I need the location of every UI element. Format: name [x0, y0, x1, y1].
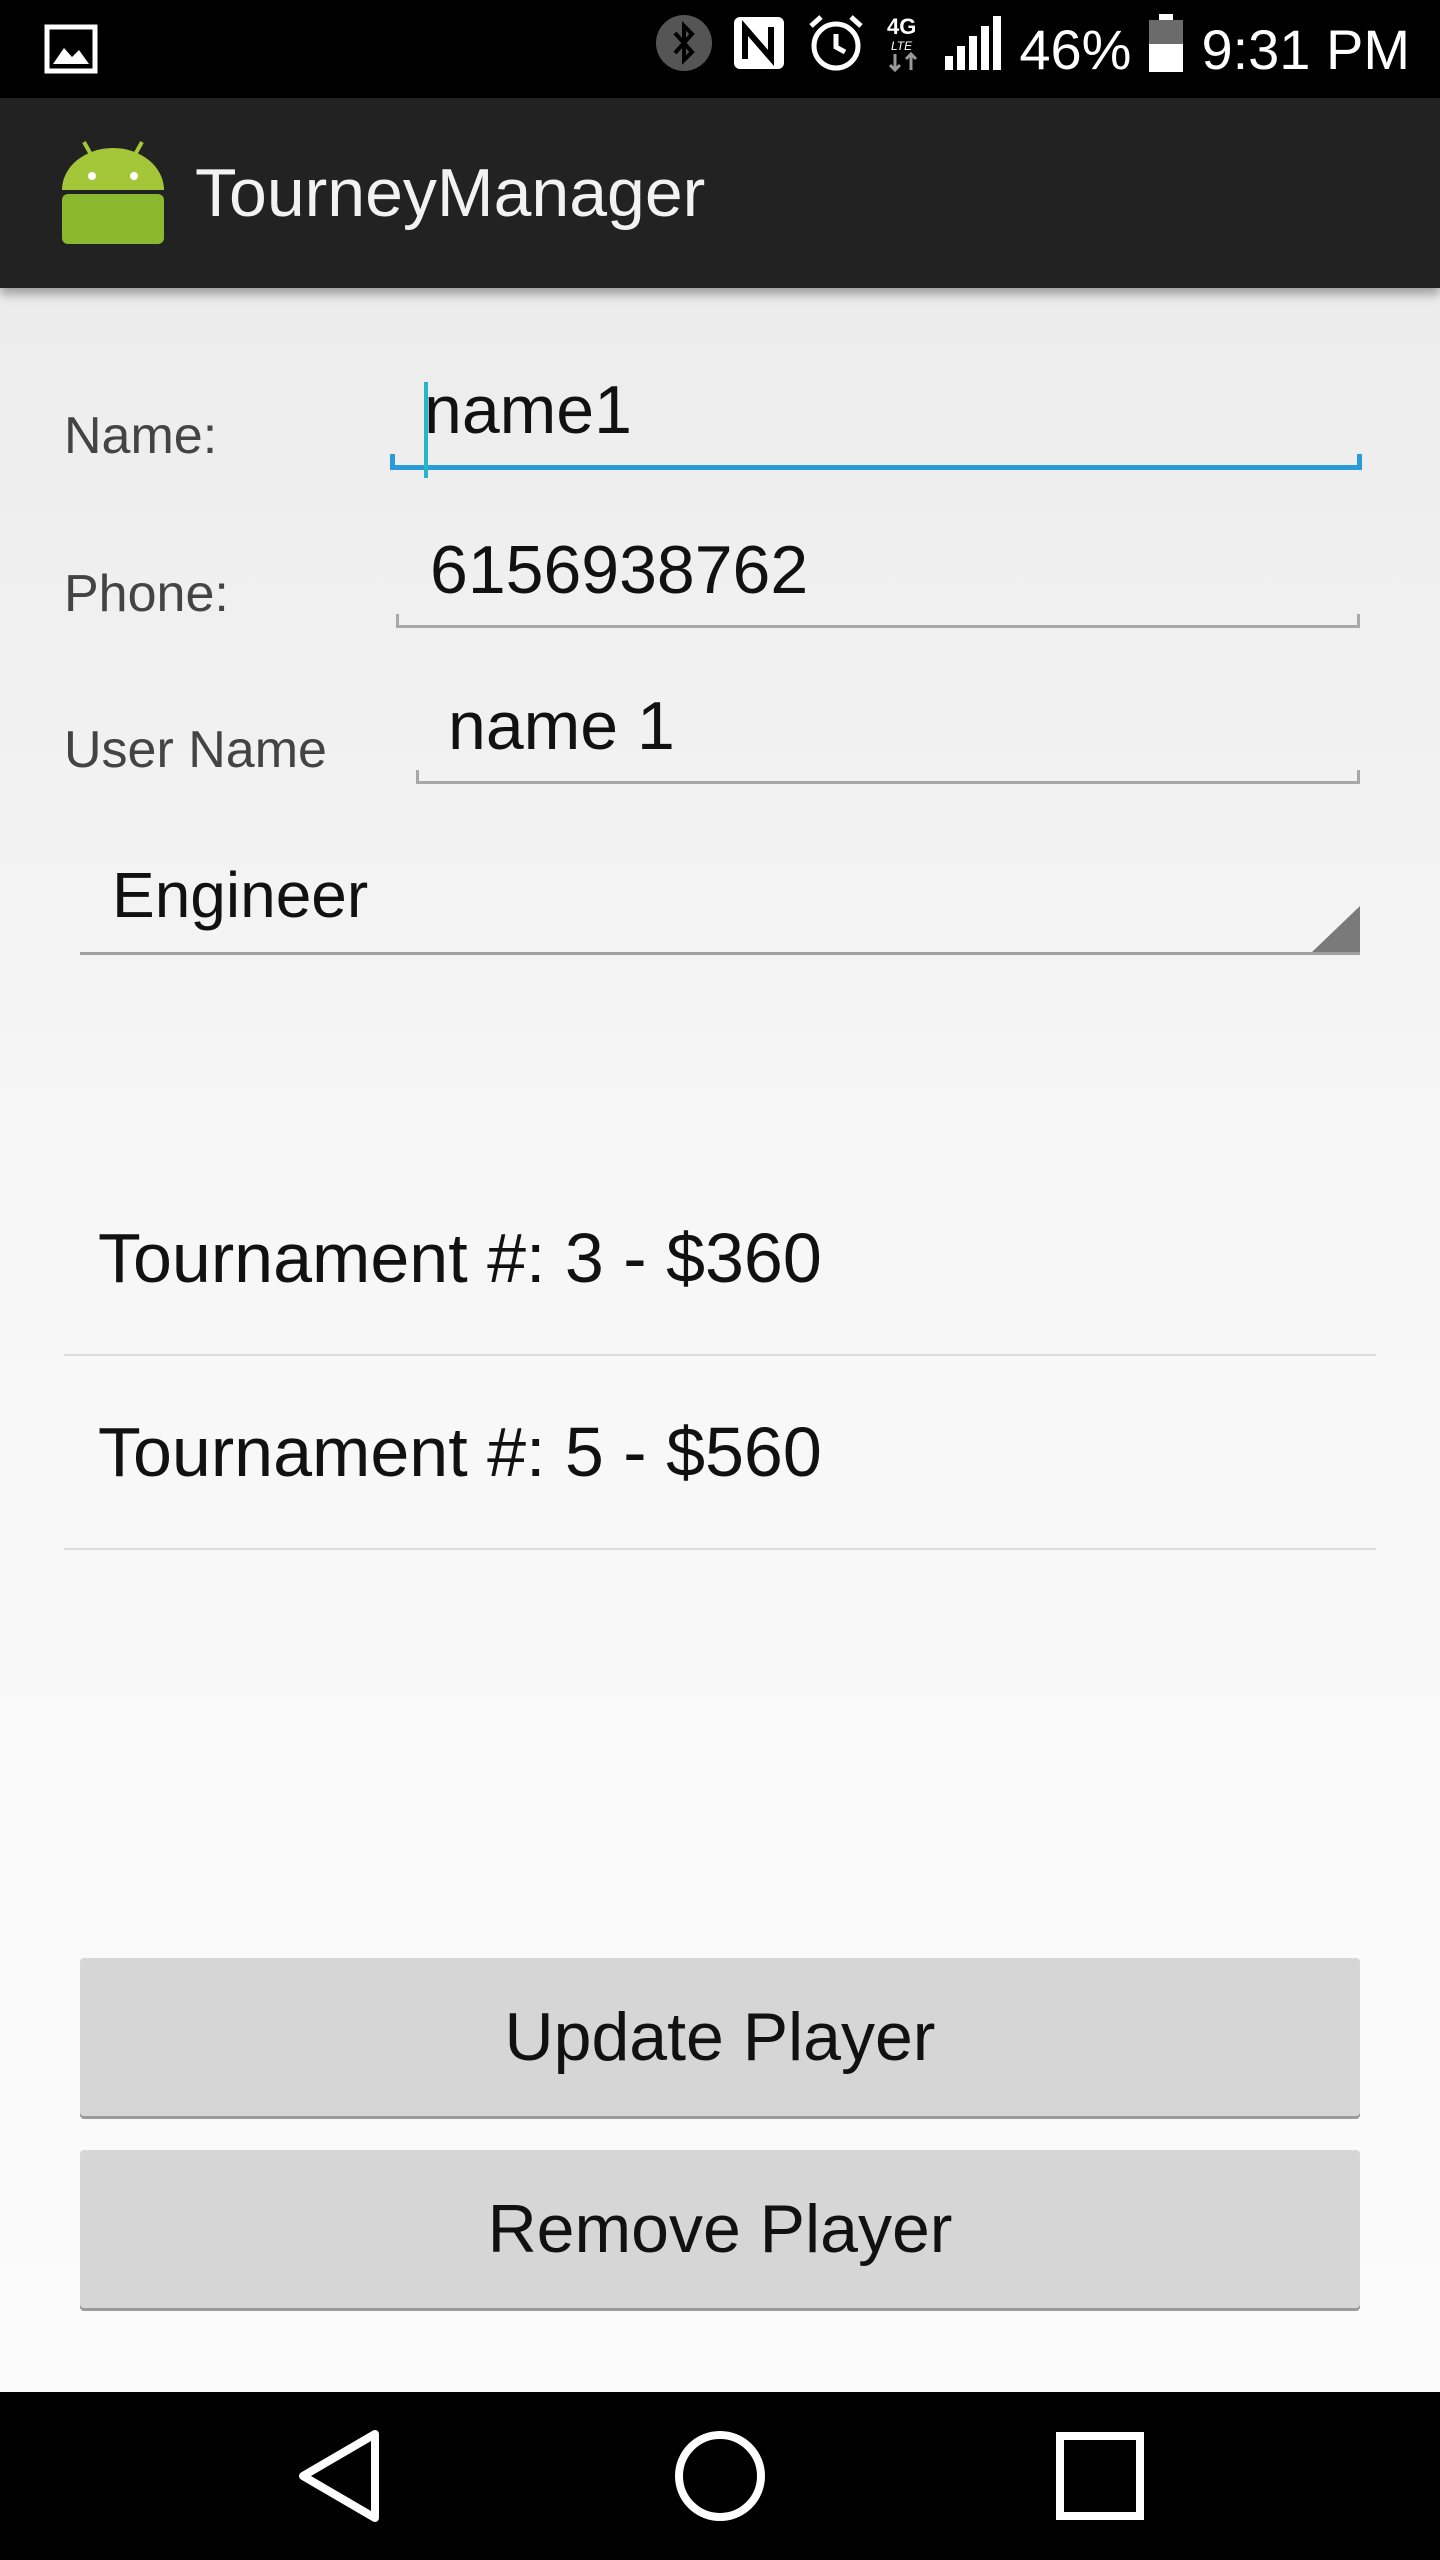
text-cursor	[424, 382, 428, 478]
name-field[interactable]: name1	[390, 372, 1362, 478]
battery-icon	[1149, 13, 1184, 85]
phone-value: 6156938762	[430, 532, 809, 608]
back-icon[interactable]	[260, 2392, 420, 2560]
alarm-icon	[805, 12, 867, 87]
role-spinner[interactable]: Engineer	[80, 858, 1360, 955]
home-icon[interactable]	[640, 2392, 800, 2560]
update-player-button[interactable]: Update Player	[80, 1958, 1360, 2116]
tournament-list-item[interactable]: Tournament #: 3 - $360	[64, 1162, 1376, 1356]
dropdown-triangle-icon	[1312, 906, 1360, 952]
bluetooth-icon	[655, 14, 713, 85]
svg-text:LTE: LTE	[891, 39, 913, 53]
username-field[interactable]: name 1	[416, 688, 1360, 784]
signal-icon	[943, 15, 1002, 83]
4g-lte-icon: 4G LTE	[885, 12, 925, 87]
gallery-icon	[44, 0, 98, 98]
action-bar: TourneyManager	[0, 98, 1440, 288]
app-title: TourneyManager	[195, 155, 706, 231]
remove-player-button[interactable]: Remove Player	[80, 2150, 1360, 2308]
status-bar: 4G LTE 46% 9:31 PM	[0, 0, 1440, 98]
nfc-icon	[731, 14, 787, 85]
clock: 9:31 PM	[1201, 17, 1410, 81]
svg-text:4G: 4G	[887, 14, 916, 39]
role-selected: Engineer	[112, 859, 369, 931]
battery-percent: 46%	[1019, 17, 1132, 81]
username-label: User Name	[64, 721, 327, 779]
tournament-list-item[interactable]: Tournament #: 5 - $560	[64, 1356, 1376, 1550]
player-form: Name: name1 Phone: 6156938762 User Name …	[0, 288, 1440, 2392]
phone-label: Phone:	[64, 565, 229, 623]
name-label: Name:	[64, 407, 218, 465]
navigation-bar	[0, 2392, 1440, 2560]
name-value: name1	[424, 372, 632, 448]
android-logo-icon	[60, 138, 166, 249]
recents-icon[interactable]	[1020, 2392, 1180, 2560]
username-value: name 1	[448, 688, 675, 764]
phone-field[interactable]: 6156938762	[396, 532, 1360, 628]
